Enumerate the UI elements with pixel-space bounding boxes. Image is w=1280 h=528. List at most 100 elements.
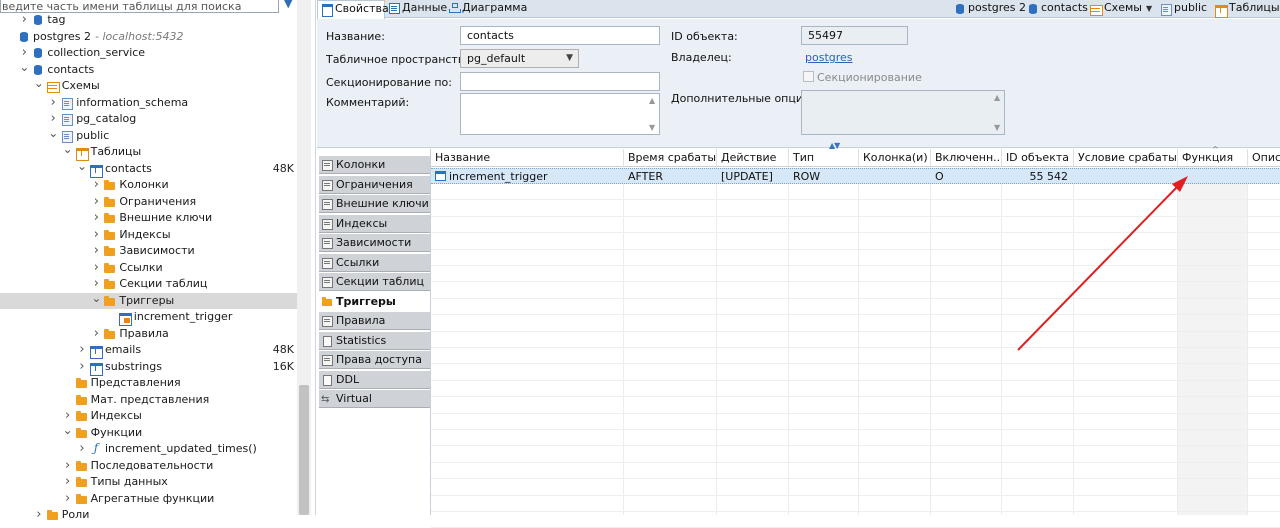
breadcrumb-item[interactable]: Схемы ▼ xyxy=(1089,0,1152,18)
side-tab-columns[interactable]: Колонки xyxy=(319,156,430,174)
chevron-down-icon[interactable]: ⌄ xyxy=(91,290,101,307)
column-header[interactable]: Описа xyxy=(1248,149,1280,167)
tree-node[interactable]: › emails 48K xyxy=(0,342,297,359)
name-field[interactable]: contacts xyxy=(460,26,660,45)
tree-node[interactable]: increment_trigger xyxy=(0,309,297,326)
navigator-search-input[interactable] xyxy=(1,0,278,13)
side-tab-statistics[interactable]: Statistics xyxy=(319,331,430,350)
tab-diagram[interactable]: Диаграмма xyxy=(445,0,527,18)
chevron-right-icon[interactable]: › xyxy=(91,260,101,277)
tree-node[interactable]: › Индексы xyxy=(0,408,297,425)
tree-node[interactable]: › ƒ increment_updated_times() xyxy=(0,441,297,458)
extra-options-textarea[interactable]: ▲ ▼ xyxy=(801,90,1005,135)
side-tab-ddl[interactable]: DDL xyxy=(319,370,430,389)
tree-node[interactable]: ⌄ contacts 48K xyxy=(0,158,297,178)
breadcrumb-item[interactable]: contacts xyxy=(1026,0,1088,18)
chevron-right-icon[interactable]: › xyxy=(91,326,101,343)
tree-node[interactable]: Мат. представления xyxy=(0,392,297,409)
partition-by-field[interactable] xyxy=(460,72,660,91)
tree-node[interactable]: › substrings 16K xyxy=(0,359,297,376)
table-cell[interactable]: AFTER xyxy=(624,169,717,184)
tab-data[interactable]: Данные xyxy=(385,0,447,18)
extra-options-scrollbar[interactable]: ▲ ▼ xyxy=(992,91,1004,134)
table-cell[interactable]: 55 542 xyxy=(1002,169,1074,184)
dropdown-arrow-icon[interactable]: ▼ xyxy=(1146,4,1152,13)
column-header[interactable]: Тип xyxy=(789,149,859,167)
breadcrumb-item[interactable]: postgres 2 xyxy=(953,0,1026,18)
breadcrumb-item[interactable]: public xyxy=(1159,0,1207,18)
chevron-right-icon[interactable]: › xyxy=(63,491,73,508)
tree-node[interactable]: › Ограничения xyxy=(0,194,297,211)
tablespace-select[interactable]: pg_default ▼ xyxy=(460,49,579,68)
chevron-right-icon[interactable]: › xyxy=(48,95,58,112)
chevron-right-icon[interactable]: › xyxy=(77,342,87,359)
table-cell[interactable] xyxy=(1248,169,1280,184)
chevron-right-icon[interactable]: › xyxy=(91,243,101,260)
chevron-right-icon[interactable]: › xyxy=(34,507,44,524)
tree-node[interactable]: › Последовательности xyxy=(0,458,297,475)
tree-node[interactable]: › information_schema xyxy=(0,95,297,112)
tree-node[interactable]: › Ссылки xyxy=(0,260,297,277)
chevron-right-icon[interactable]: › xyxy=(91,210,101,227)
chevron-down-icon[interactable]: ⌄ xyxy=(63,422,73,439)
chevron-right-icon[interactable]: › xyxy=(77,359,87,376)
tree-node[interactable]: ⌄ Схемы xyxy=(0,75,297,95)
tab-properties[interactable]: Свойства xyxy=(317,0,389,19)
chevron-right-icon[interactable]: › xyxy=(63,474,73,491)
column-header[interactable]: Время срабаты... xyxy=(624,149,717,167)
tree-node[interactable]: › collection_service xyxy=(0,45,297,62)
tree-node[interactable]: › Индексы xyxy=(0,227,297,244)
table-cell[interactable]: ROW xyxy=(789,169,859,184)
column-header[interactable]: Колонка(и) xyxy=(859,149,931,167)
owner-link[interactable]: postgres xyxy=(805,51,853,64)
chevron-down-icon[interactable]: ⌄ xyxy=(48,125,58,142)
chevron-right-icon[interactable]: › xyxy=(77,441,87,458)
triggers-grid[interactable]: Название Время срабаты... Действие Тип Колон… xyxy=(430,145,1280,528)
chevron-right-icon[interactable]: › xyxy=(63,458,73,475)
table-row[interactable]: increment_trigger AFTER [UPDATE] ROW O 55 542 xyxy=(431,168,1280,184)
navigator-scrollbar[interactable] xyxy=(297,0,311,515)
side-tab-triggers[interactable]: Триггеры xyxy=(319,292,430,311)
side-tab-references[interactable]: Ссылки xyxy=(319,253,430,272)
tree-node[interactable]: › Секции таблиц xyxy=(0,276,297,293)
tree-node[interactable]: › Колонки xyxy=(0,177,297,194)
tree-node[interactable]: › Типы данных xyxy=(0,474,297,491)
chevron-down-icon[interactable]: ⌄ xyxy=(63,141,73,158)
tree-node[interactable]: › Внешние ключи xyxy=(0,210,297,227)
side-tab-foreign-keys[interactable]: Внешние ключи xyxy=(319,195,430,213)
tree-node[interactable]: ⌄ contacts xyxy=(0,59,297,79)
tree-node[interactable]: ⌄ Функции xyxy=(0,422,297,442)
tree-node[interactable]: › Агрегатные функции xyxy=(0,491,297,508)
chevron-down-icon[interactable]: ⌄ xyxy=(34,75,44,92)
tree-node[interactable]: › Роли xyxy=(0,507,297,524)
tree-node[interactable]: postgres 2 - localhost:5432 xyxy=(0,29,297,46)
tree-node[interactable]: › pg_catalog xyxy=(0,111,297,128)
table-cell[interactable] xyxy=(859,169,931,184)
tree-node[interactable]: ⌄ public xyxy=(0,125,297,145)
side-tab-constraints[interactable]: Ограничения xyxy=(319,175,430,194)
side-tab-dependencies[interactable]: Зависимости xyxy=(319,234,430,252)
tree-node[interactable]: Представления xyxy=(0,375,297,392)
navigator-scrollbar-thumb[interactable] xyxy=(299,385,309,515)
chevron-down-icon[interactable]: ⌄ xyxy=(19,59,29,76)
table-cell[interactable]: [UPDATE] xyxy=(717,169,789,184)
side-tab-indexes[interactable]: Индексы xyxy=(319,214,430,233)
comment-scrollbar[interactable]: ▲ ▼ xyxy=(647,94,659,134)
side-tab-permissions[interactable]: Права доступа xyxy=(319,351,430,369)
column-header[interactable]: ID объекта xyxy=(1002,149,1074,167)
table-cell[interactable]: increment_trigger xyxy=(431,169,624,184)
partitioning-checkbox[interactable]: Секционирование xyxy=(803,71,922,84)
side-tab-partitions[interactable]: Секции таблиц xyxy=(319,273,430,291)
tree-node[interactable]: ⌄ Таблицы xyxy=(0,141,297,161)
chevron-down-icon[interactable]: ⌄ xyxy=(77,158,87,175)
side-tab-rules[interactable]: Правила xyxy=(319,312,430,330)
tree-node[interactable]: › Зависимости xyxy=(0,243,297,260)
breadcrumb-item[interactable]: Таблицы xyxy=(1214,0,1280,18)
column-header[interactable]: Название xyxy=(431,149,624,167)
chevron-right-icon[interactable]: › xyxy=(91,227,101,244)
tree-node[interactable]: › tag xyxy=(0,12,297,29)
chevron-right-icon[interactable]: › xyxy=(91,177,101,194)
tree-node[interactable]: ⌄ Триггеры xyxy=(0,290,297,309)
column-header[interactable]: Включенн... xyxy=(931,149,1002,167)
column-header[interactable]: Действие xyxy=(717,149,789,167)
